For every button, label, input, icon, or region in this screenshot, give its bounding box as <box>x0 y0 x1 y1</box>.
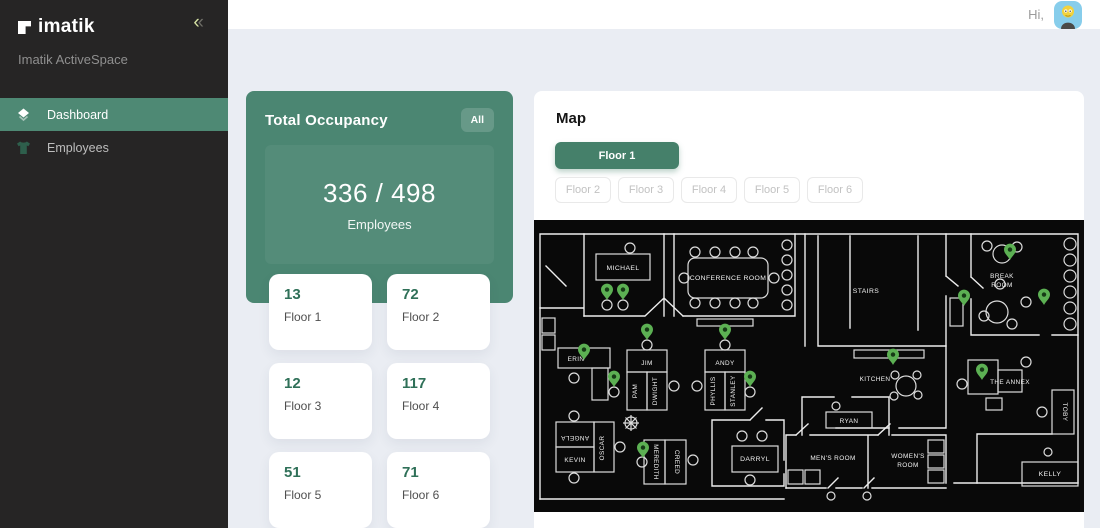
sidebar-collapse-button[interactable]: ‹‹ <box>193 13 202 32</box>
sidebar-item-dashboard[interactable]: Dashboard <box>0 98 228 131</box>
main-area: Hi, Total Occupancy All <box>228 0 1100 528</box>
sidebar-menu: Dashboard Employees <box>0 98 228 164</box>
logo-text: imatik <box>38 16 95 38</box>
room-label: ERIN <box>568 356 585 363</box>
room-label: CONFERENCE ROOM <box>690 275 767 282</box>
room-label: STAIRS <box>853 288 880 295</box>
imatik-logo-icon <box>18 21 31 34</box>
floor-occupancy-value: 12 <box>284 375 357 392</box>
map-title: Map <box>534 110 1084 127</box>
room-label: THE ANNEX <box>990 379 1030 386</box>
floor-occupancy-value: 117 <box>402 375 475 392</box>
occupancy-stat-panel: 336 / 498 Employees <box>265 145 494 264</box>
sidebar-item-employees[interactable]: Employees <box>0 131 228 164</box>
room-label: KITCHEN <box>860 376 891 383</box>
floor-name: Floor 2 <box>402 310 475 324</box>
floor-stat-card-2[interactable]: 72 Floor 2 <box>387 274 490 350</box>
room-label: JIM <box>641 360 653 367</box>
map-floor-tab-1[interactable]: Floor 1 <box>555 142 679 169</box>
floor-occupancy-value: 72 <box>402 286 475 303</box>
app-window: imatik ‹‹ Imatik ActiveSpace Dashboard Em… <box>0 0 1100 528</box>
occupancy-caption: Employees <box>347 217 411 232</box>
floor-plan-background <box>534 220 1084 512</box>
floor-occupancy-value: 13 <box>284 286 357 303</box>
floor-stats-grid: 13 Floor 1 72 Floor 2 12 Floor 3 117 Floor 4 51 F… <box>246 274 513 528</box>
floor-name: Floor 3 <box>284 399 357 413</box>
floor-stat-card-3[interactable]: 12 Floor 3 <box>269 363 372 439</box>
user-avatar[interactable] <box>1054 1 1082 29</box>
logo: imatik <box>18 16 210 38</box>
floor-name: Floor 1 <box>284 310 357 324</box>
room-label: ANDY <box>715 360 735 367</box>
floor-name: Floor 5 <box>284 488 357 502</box>
room-label: RYAN <box>840 418 859 425</box>
map-floor-tabs: Floor 1 Floor 2 Floor 3 Floor 4 Floor 5 Floor… <box>534 142 1084 203</box>
floor-stat-card-4[interactable]: 117 Floor 4 <box>387 363 490 439</box>
occupancy-filter-all-button[interactable]: All <box>461 108 494 132</box>
room-label: PAM <box>632 384 639 399</box>
map-floor-tab-6[interactable]: Floor 6 <box>807 177 863 203</box>
sidebar-item-label: Employees <box>47 141 109 155</box>
room-label: BREAK <box>990 273 1014 280</box>
room-label: DARRYL <box>740 456 770 463</box>
dashboard-icon <box>15 106 32 123</box>
room-label: ROOM <box>991 282 1012 289</box>
map-floor-tab-4[interactable]: Floor 4 <box>681 177 737 203</box>
topbar: Hi, <box>228 0 1100 29</box>
total-occupancy-card: Total Occupancy All 336 / 498 Employees <box>246 91 513 303</box>
app-subtitle: Imatik ActiveSpace <box>18 52 210 67</box>
floor-name: Floor 4 <box>402 399 475 413</box>
room-label: WOMEN'S <box>891 453 925 460</box>
occupancy-count: 336 / 498 <box>323 178 436 209</box>
room-label: STANLEY <box>730 375 737 407</box>
room-label: CREED <box>673 450 680 474</box>
floor-occupancy-value: 71 <box>402 464 475 481</box>
map-card: Map Floor 1Floor 2Floor 3Floor 4Floor 5F… <box>534 91 1084 528</box>
greeting-text: Hi, <box>1028 7 1044 22</box>
floor-name: Floor 6 <box>402 488 475 502</box>
room-label: PHYLLIS <box>710 376 717 405</box>
sidebar-header: imatik ‹‹ Imatik ActiveSpace <box>0 0 228 67</box>
sidebar-item-label: Dashboard <box>47 108 108 122</box>
room-label: MEN'S ROOM <box>810 455 855 462</box>
room-label: MICHAEL <box>606 265 639 272</box>
floor-stat-card-6[interactable]: 71 Floor 6 <box>387 452 490 528</box>
room-label: KELLY <box>1039 471 1062 478</box>
floor-stat-card-1[interactable]: 13 Floor 1 <box>269 274 372 350</box>
room-label: TOBY <box>1061 403 1068 422</box>
floor-plan-map[interactable]: MICHAEL CONFERENCE ROOM STAIRS BREAK ROOM ERI… <box>534 220 1084 512</box>
floor-occupancy-value: 51 <box>284 464 357 481</box>
occupancy-title: Total Occupancy <box>265 112 388 129</box>
map-floor-tab-2[interactable]: Floor 2 <box>555 177 611 203</box>
room-label: MEREDITH <box>652 444 659 480</box>
dashboard-content: Total Occupancy All 336 / 498 Employees … <box>228 29 1100 528</box>
employees-icon <box>15 139 32 156</box>
room-label: OSCAR <box>599 436 606 461</box>
map-floor-tab-5[interactable]: Floor 5 <box>744 177 800 203</box>
map-floor-tab-3[interactable]: Floor 3 <box>618 177 674 203</box>
floor-stat-card-5[interactable]: 51 Floor 5 <box>269 452 372 528</box>
room-label: ANGELA <box>560 434 589 441</box>
room-label: ROOM <box>897 462 918 469</box>
sidebar: imatik ‹‹ Imatik ActiveSpace Dashboard Em… <box>0 0 228 528</box>
room-label: KEVIN <box>564 457 585 464</box>
occupancy-section: Total Occupancy All 336 / 498 Employees … <box>246 91 513 528</box>
room-label: DWIGHT <box>652 377 659 405</box>
